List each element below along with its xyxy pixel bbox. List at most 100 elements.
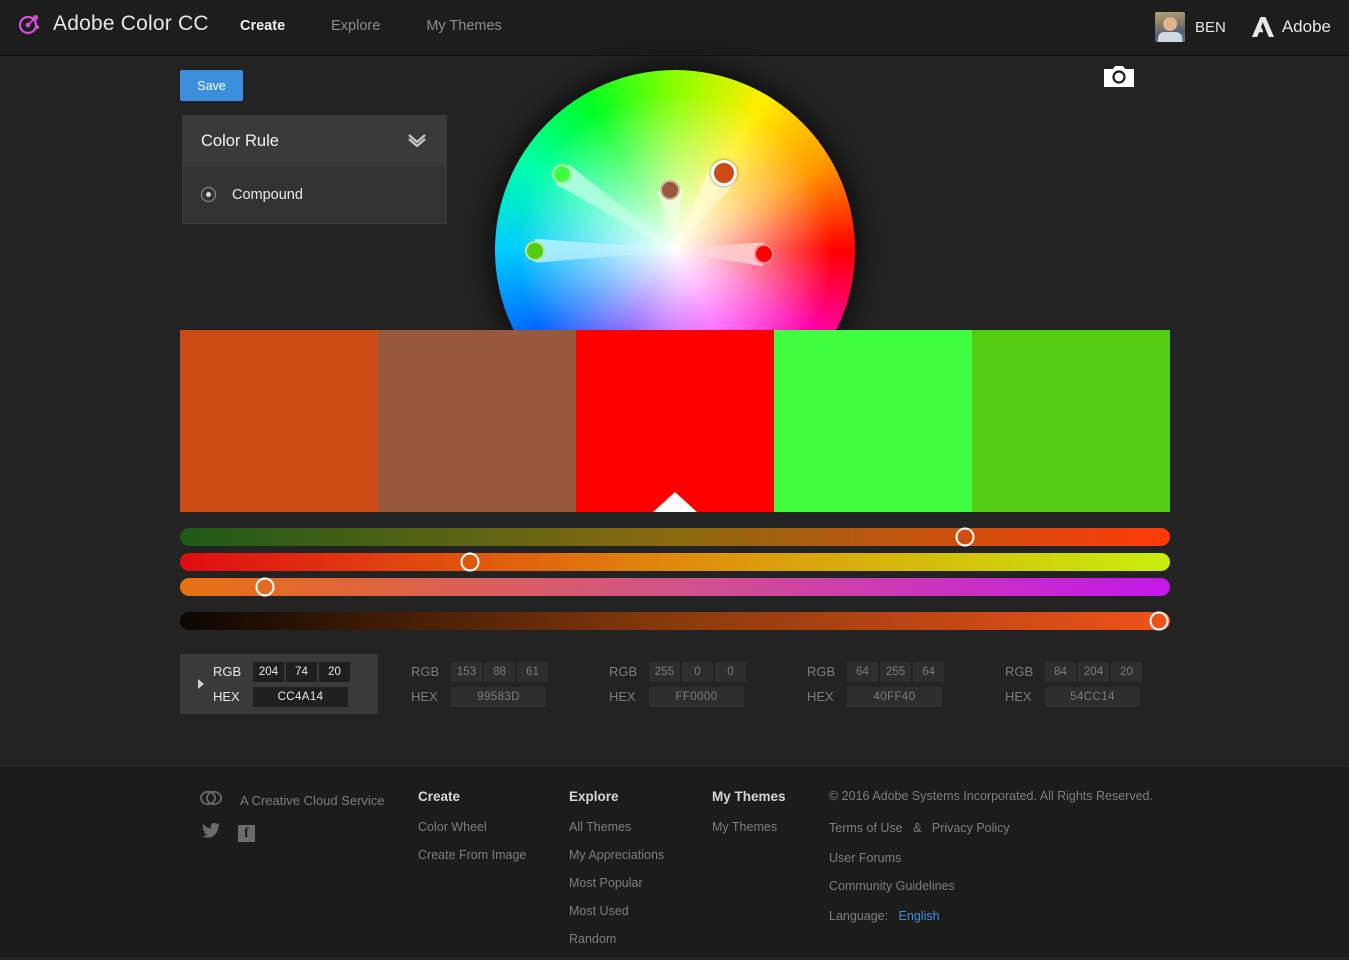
node-4[interactable] [551, 164, 572, 185]
save-button[interactable]: Save [180, 70, 243, 101]
footer-col-explore: Explore All Themes My Appreciations Most… [569, 789, 664, 960]
rgb-b-input[interactable]: 0 [715, 661, 746, 682]
swatch-3[interactable] [576, 330, 774, 512]
expand-arrow-icon[interactable] [198, 679, 204, 689]
creative-cloud-icon [200, 789, 222, 812]
rgb-g-input[interactable]: 74 [286, 661, 317, 682]
expand-arrow-icon [792, 679, 798, 689]
top-header: Adobe Color CC Create Explore My Themes … [0, 0, 1349, 56]
facebook-icon[interactable]: f [238, 824, 255, 842]
footer-link-random[interactable]: Random [569, 932, 664, 946]
hex-label: HEX [807, 689, 834, 704]
slider-brightness-knob[interactable] [255, 577, 275, 597]
hex-label: HEX [411, 689, 438, 704]
rgb-r-input[interactable]: 64 [847, 661, 878, 682]
hex-input[interactable]: CC4A14 [253, 686, 348, 707]
slider-brightness[interactable] [180, 577, 1170, 597]
color-value-cell-1[interactable]: RGB 204 74 20 HEX CC4A14 [180, 654, 378, 714]
rgb-b-input[interactable]: 64 [913, 661, 944, 682]
color-rule-option-label: Compound [232, 186, 303, 203]
color-value-cell-3[interactable]: RGB 255 0 0 HEX FF0000 [576, 654, 774, 714]
footer-language-label: Language: [829, 909, 889, 923]
expand-arrow-icon [396, 679, 402, 689]
rgb-r-input[interactable]: 153 [451, 661, 482, 682]
creative-cloud-label: A Creative Cloud Service [240, 793, 385, 808]
rgb-g-input[interactable]: 204 [1078, 661, 1109, 682]
node-2[interactable] [659, 179, 680, 200]
color-rule-option[interactable]: Compound [183, 166, 446, 223]
rgb-b-input[interactable]: 20 [1111, 661, 1142, 682]
footer-link-create-from-image[interactable]: Create From Image [418, 848, 526, 862]
expand-arrow-icon [990, 679, 996, 689]
footer-link-all-themes[interactable]: All Themes [569, 820, 664, 834]
brand-title: Adobe Color CC [53, 12, 209, 35]
footer-my-themes-heading: My Themes [712, 789, 786, 804]
color-rule-header[interactable]: Color Rule [183, 116, 446, 166]
nav-item-my-themes[interactable]: My Themes [426, 18, 501, 34]
user-name[interactable]: BEN [1195, 19, 1226, 36]
hex-label: HEX [609, 689, 636, 704]
footer-link-terms[interactable]: Terms of Use [829, 821, 903, 835]
nav-item-create[interactable]: Create [240, 18, 285, 34]
rgb-g-input[interactable]: 88 [484, 661, 515, 682]
hex-label: HEX [1005, 689, 1032, 704]
user-area: BEN Adobe [1154, 12, 1331, 42]
rgb-r-input[interactable]: 84 [1045, 661, 1076, 682]
footer-explore-heading: Explore [569, 789, 619, 804]
radio-selected-icon[interactable] [201, 187, 216, 202]
slider-alpha[interactable] [180, 611, 1170, 631]
expand-arrow-icon [594, 679, 600, 689]
slider-alpha-knob[interactable] [1149, 611, 1169, 631]
rgb-g-input[interactable]: 255 [880, 661, 911, 682]
slider-saturation[interactable] [180, 552, 1170, 572]
footer-link-my-themes[interactable]: My Themes [712, 820, 786, 834]
nav-item-explore[interactable]: Explore [331, 18, 380, 34]
twitter-icon[interactable] [202, 822, 220, 843]
rgb-label: RGB [609, 664, 638, 679]
node-1[interactable] [710, 160, 737, 187]
node-5[interactable] [524, 240, 545, 261]
footer-language-value[interactable]: English [899, 909, 940, 923]
swatch-strip [180, 330, 1170, 512]
swatch-1[interactable] [180, 330, 378, 512]
chevron-down-icon[interactable] [406, 133, 428, 150]
adobe-a-mark-icon [1251, 17, 1274, 37]
hex-label: HEX [213, 689, 240, 704]
node-3[interactable] [753, 244, 774, 265]
slider-saturation-knob[interactable] [460, 552, 480, 572]
footer-link-community-guidelines[interactable]: Community Guidelines [829, 879, 1153, 893]
rgb-r-input[interactable]: 255 [649, 661, 680, 682]
footer-link-most-popular[interactable]: Most Popular [569, 876, 664, 890]
brand[interactable]: Adobe Color CC [16, 11, 209, 37]
hex-input[interactable]: FF0000 [649, 686, 744, 707]
hex-input[interactable]: 40FF40 [847, 686, 942, 707]
swatch-2[interactable] [378, 330, 576, 512]
footer-link-privacy[interactable]: Privacy Policy [932, 821, 1010, 835]
slider-hue[interactable] [180, 527, 1170, 547]
footer-link-user-forums[interactable]: User Forums [829, 851, 1153, 865]
hex-input[interactable]: 99583D [451, 686, 546, 707]
swatch-4[interactable] [774, 330, 972, 512]
page-footer: A Creative Cloud Service f Create Color … [0, 767, 1349, 957]
avatar[interactable] [1154, 12, 1185, 42]
swatch-5[interactable] [972, 330, 1170, 512]
hex-input[interactable]: 54CC14 [1045, 686, 1140, 707]
base-color-marker [653, 492, 697, 512]
color-value-cell-4[interactable]: RGB 64 255 64 HEX 40FF40 [774, 654, 972, 714]
adobe-label: Adobe [1281, 17, 1331, 36]
rgb-b-input[interactable]: 20 [319, 661, 350, 682]
color-values-row: RGB 204 74 20 HEX CC4A14 RGB 153 88 61 HEX 99583D RG… [180, 654, 1170, 714]
camera-icon[interactable] [1104, 64, 1134, 88]
color-value-cell-5[interactable]: RGB 84 204 20 HEX 54CC14 [972, 654, 1170, 714]
footer-link-my-appreciations[interactable]: My Appreciations [569, 848, 664, 862]
slider-group [180, 527, 1170, 637]
creative-cloud-row: A Creative Cloud Service [200, 789, 385, 812]
rgb-b-input[interactable]: 61 [517, 661, 548, 682]
adobe-brand[interactable]: Adobe [1251, 17, 1331, 37]
rgb-r-input[interactable]: 204 [253, 661, 284, 682]
rgb-g-input[interactable]: 0 [682, 661, 713, 682]
footer-link-color-wheel[interactable]: Color Wheel [418, 820, 526, 834]
footer-link-most-used[interactable]: Most Used [569, 904, 664, 918]
color-value-cell-2[interactable]: RGB 153 88 61 HEX 99583D [378, 654, 576, 714]
slider-hue-knob[interactable] [955, 527, 975, 547]
